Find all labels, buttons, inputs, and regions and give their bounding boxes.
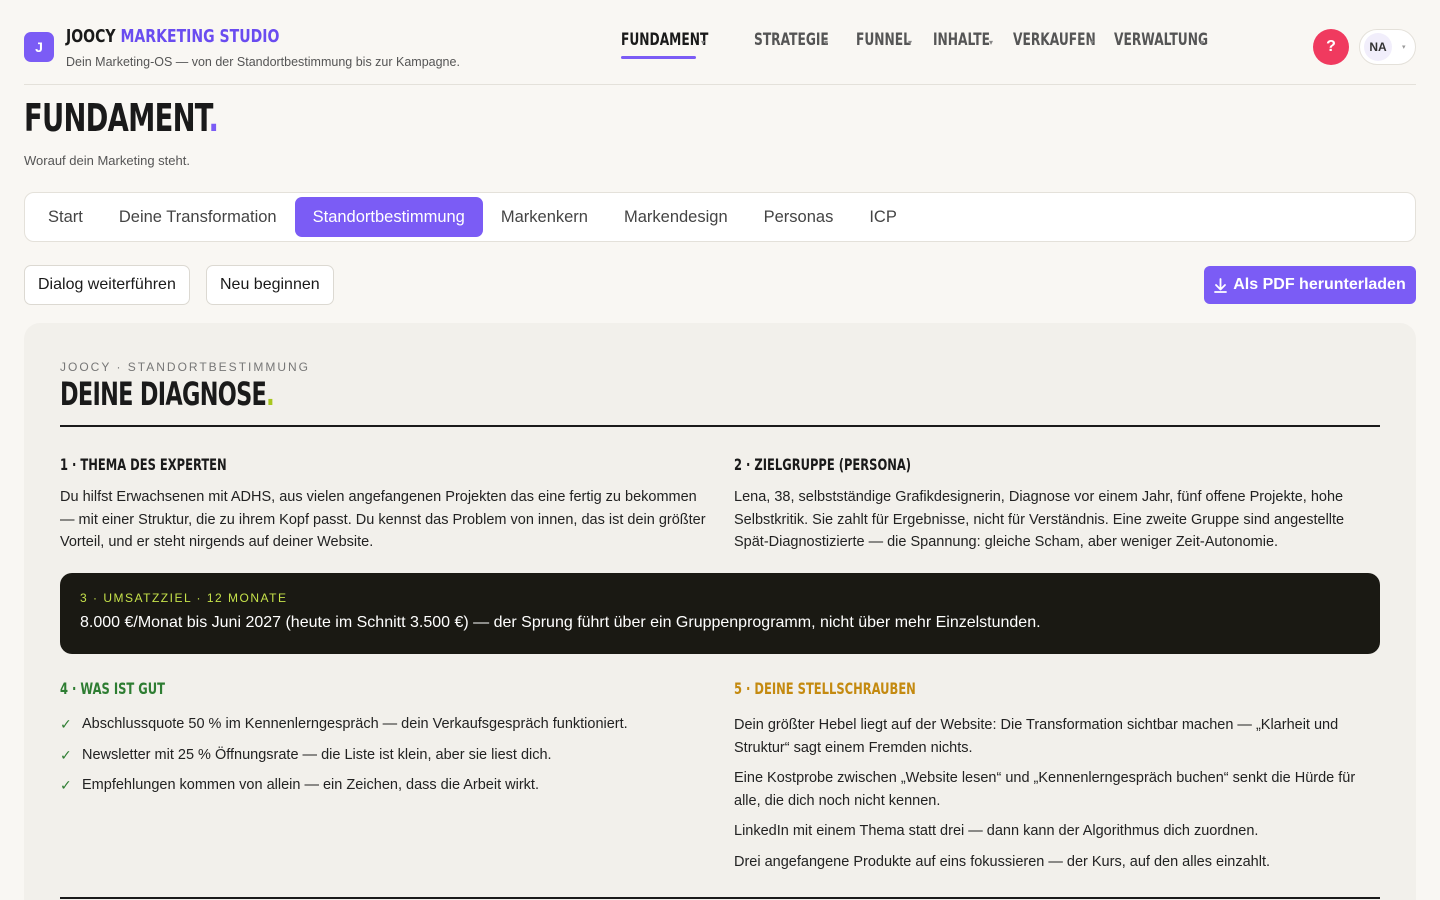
list-item-text: Newsletter mit 25 % Öffnungsrate — die L…: [82, 746, 552, 763]
title-dot: .: [208, 96, 219, 140]
brand-part1: JOOCY: [66, 26, 116, 47]
revenue-goal-label: 3 · UMSATZZIEL · 12 MONATE: [80, 591, 288, 605]
list-item: Drei angefangene Produkte auf eins fokus…: [734, 853, 1271, 870]
page-title-text: FUNDAMENT: [24, 96, 209, 140]
divider: [60, 425, 1380, 427]
section-heading-text: 2 · ZIELGRUPPE (PERSONA): [734, 455, 912, 474]
main-nav: FUNDAMENT ▾ STRATEGIE ▾ FUNNEL ▾ INHALTE…: [621, 30, 1228, 60]
strengths-list: ✓ Abschlussquote 50 % im Kennenlerngesprä…: [60, 714, 700, 806]
download-pdf-label: Als PDF herunterladen: [1233, 276, 1406, 293]
section-heading-text: 1 · THEMA DES EXPERTEN: [60, 455, 227, 474]
tab-icp[interactable]: ICP: [851, 197, 915, 237]
section-heading-text: 4 · WAS IST GUT: [60, 679, 165, 698]
chevron-down-icon: ▾: [701, 38, 706, 47]
nav-item-funnel[interactable]: FUNNEL ▾: [856, 30, 913, 60]
download-icon: [1214, 277, 1228, 293]
diagnosis-card: JOOCY · STANDORTBESTIMMUNG DEINE DIAGNOS…: [24, 323, 1416, 900]
chevron-down-icon: ▾: [989, 38, 994, 47]
brand-tagline: Dein Marketing-OS — von der Standortbest…: [66, 55, 460, 69]
logo-letter: J: [35, 39, 43, 55]
diagnosis-title-text: DEINE DIAGNOSE: [60, 375, 267, 413]
top-header: J JOOCY MARKETING STUDIO Dein Marketing-…: [24, 0, 1416, 85]
section-heading-text: 5 · DEINE STELLSCHRAUBEN: [734, 679, 916, 698]
tab-deine-transformation[interactable]: Deine Transformation: [101, 197, 295, 237]
list-item: LinkedIn mit einem Thema statt drei — da…: [734, 823, 1259, 839]
section-heading-zielgruppe: 2 · ZIELGRUPPE (PERSONA): [734, 455, 980, 475]
list-item-text: Empfehlungen kommen von allein — ein Zei…: [82, 777, 539, 793]
brand-part2: MARKETING STUDIO: [120, 26, 280, 47]
revenue-goal-box: 3 · UMSATZZIEL · 12 MONATE 8.000 €/Monat…: [60, 573, 1380, 654]
nav-item-strategie[interactable]: STRATEGIE ▾: [754, 30, 829, 60]
nav-label: INHALTE: [933, 30, 991, 50]
tab-markenkern[interactable]: Markenkern: [483, 197, 606, 237]
revenue-goal-text: 8.000 €/Monat bis Juni 2027 (heute im Sc…: [80, 614, 1041, 631]
nav-item-verwaltung[interactable]: VERWALTUNG ▾: [1114, 30, 1208, 60]
chevron-down-icon: ▾: [1090, 38, 1095, 47]
user-menu-button[interactable]: NA ▾: [1359, 29, 1416, 65]
diagnosis-title: DEINE DIAGNOSE.: [60, 375, 366, 413]
restart-button[interactable]: Neu beginnen: [206, 265, 334, 305]
download-pdf-button[interactable]: Als PDF herunterladen: [1204, 266, 1416, 304]
nav-item-verkaufen[interactable]: VERKAUFEN ▾: [1013, 30, 1096, 60]
nav-active-indicator: [621, 56, 696, 59]
nav-label: VERWALTUNG: [1114, 30, 1209, 50]
help-button[interactable]: ?: [1313, 29, 1349, 65]
continue-dialog-button[interactable]: Dialog weiterführen: [24, 265, 190, 305]
list-item: Eine Kostprobe zwischen „Website lesen“ …: [734, 770, 1356, 809]
tab-standortbestimmung[interactable]: Standortbestimmung: [294, 197, 483, 237]
list-item: ✓ Abschlussquote 50 % im Kennenlerngesprä…: [60, 714, 700, 745]
section-heading-stellschrauben: 5 · DEINE STELLSCHRAUBEN: [734, 679, 987, 699]
logo-icon[interactable]: J: [24, 32, 54, 62]
avatar: NA: [1364, 33, 1392, 61]
divider: [60, 897, 1380, 899]
nav-label: VERKAUFEN: [1013, 30, 1096, 50]
tab-markendesign[interactable]: Markendesign: [606, 197, 746, 237]
chevron-down-icon: ▾: [824, 38, 829, 47]
sub-tabs: Start Deine Transformation Standortbesti…: [24, 192, 1416, 242]
tab-personas[interactable]: Personas: [746, 197, 852, 237]
page-title: FUNDAMENT.: [24, 96, 294, 141]
section-heading-thema: 1 · THEMA DES EXPERTEN: [60, 455, 292, 475]
chevron-down-icon: ▾: [1402, 44, 1406, 51]
nav-label: FUNNEL: [856, 30, 911, 50]
check-icon: ✓: [60, 746, 72, 763]
tab-start[interactable]: Start: [30, 197, 101, 237]
levers-list: Dein größter Hebel liegt auf der Website…: [734, 714, 1374, 881]
nav-label: FUNDAMENT: [621, 30, 709, 50]
check-icon: ✓: [60, 777, 72, 793]
title-dot: .: [266, 375, 275, 413]
chevron-down-icon: ▾: [1200, 38, 1205, 47]
section-text-zielgruppe: Lena, 38, selbstständige Grafikdesigneri…: [734, 489, 1345, 550]
section-heading-was-ist-gut: 4 · WAS IST GUT: [60, 679, 206, 699]
nav-item-fundament[interactable]: FUNDAMENT ▾: [621, 30, 708, 60]
list-item: Dein größter Hebel liegt auf der Website…: [734, 717, 1339, 756]
list-item: ✓ Newsletter mit 25 % Öffnungsrate — die …: [60, 745, 700, 776]
section-text-thema: Du hilfst Erwachsenen mit ADHS, aus viel…: [60, 489, 706, 550]
card-eyebrow: JOOCY · STANDORTBESTIMMUNG: [60, 360, 311, 374]
list-item-text: Abschlussquote 50 % im Kennenlerngespräc…: [82, 716, 628, 732]
list-item: ✓ Empfehlungen kommen von allein — ein Ze…: [60, 775, 700, 806]
check-icon: ✓: [60, 716, 72, 732]
brand-name[interactable]: JOOCY MARKETING STUDIO: [66, 26, 340, 47]
page-subtitle: Worauf dein Marketing steht.: [24, 153, 190, 168]
nav-item-inhalte[interactable]: INHALTE ▾: [933, 30, 993, 60]
nav-label: STRATEGIE: [754, 30, 829, 50]
chevron-down-icon: ▾: [908, 38, 913, 47]
